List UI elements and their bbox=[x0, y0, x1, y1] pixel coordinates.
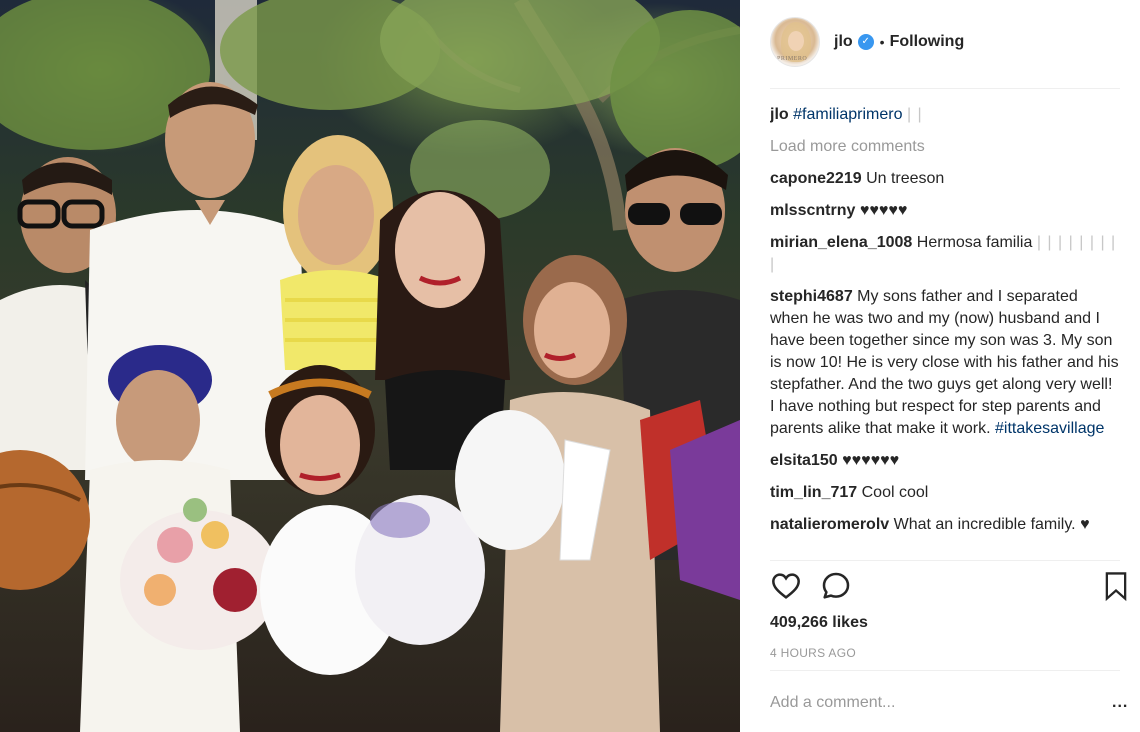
post-timestamp[interactable]: 4 HOURS AGO bbox=[770, 646, 856, 660]
comment-item: tim_lin_717 Cool cool bbox=[770, 482, 1120, 504]
comment-item: elsita150 ♥♥♥♥♥♥ bbox=[770, 450, 1120, 472]
comments-list: jlo #familiaprimero | | Load more commen… bbox=[770, 104, 1120, 556]
caption-row: jlo #familiaprimero | | bbox=[770, 104, 1120, 126]
add-comment-input[interactable]: Add a comment... bbox=[770, 694, 895, 712]
post-actions bbox=[770, 570, 1127, 604]
comment-icon[interactable] bbox=[820, 570, 852, 602]
comment-text: Hermosa familia bbox=[916, 234, 1033, 251]
comment-item: mirian_elena_1008 Hermosa familia | | | … bbox=[770, 232, 1120, 276]
comment-text: ♥♥♥♥♥♥ bbox=[842, 452, 900, 469]
likes-count[interactable]: 409,266 likes bbox=[770, 614, 868, 632]
follow-status-button[interactable]: Following bbox=[890, 33, 965, 51]
comment-text: My sons father and I separated when he w… bbox=[770, 288, 1119, 437]
comment-username[interactable]: tim_lin_717 bbox=[770, 484, 857, 501]
author-username[interactable]: jlo bbox=[834, 33, 853, 51]
load-more-row: Load more comments bbox=[770, 136, 1120, 158]
comment-suffix: ♥ bbox=[1080, 516, 1090, 533]
comment-username[interactable]: mirian_elena_1008 bbox=[770, 234, 912, 251]
comment-item: mlsscntrny ♥♥♥♥♥ bbox=[770, 200, 1120, 222]
comment-text: Cool cool bbox=[861, 484, 929, 501]
comment-username[interactable]: stephi4687 bbox=[770, 288, 853, 305]
post-side-panel: PRIMERO jlo ✓ • Following jlo #familiapr… bbox=[740, 0, 1140, 732]
comment-username[interactable]: mlsscntrny bbox=[770, 202, 855, 219]
avatar-face bbox=[788, 31, 804, 51]
comment-username[interactable]: capone2219 bbox=[770, 170, 862, 187]
comment-hashtag[interactable]: #ittakesavillage bbox=[995, 420, 1104, 437]
comment-username[interactable]: natalieromerolv bbox=[770, 516, 889, 533]
comment-box-divider bbox=[770, 670, 1120, 671]
photo-illustration bbox=[0, 0, 740, 732]
comment-text: ♥♥♥♥♥ bbox=[859, 202, 908, 219]
comment-text: Un treeson bbox=[866, 170, 945, 187]
load-more-comments-link[interactable]: Load more comments bbox=[770, 138, 925, 155]
comment-item: natalieromerolv What an incredible famil… bbox=[770, 514, 1120, 536]
caption-suffix: | | bbox=[906, 106, 923, 123]
avatar-caption: PRIMERO bbox=[777, 56, 808, 62]
header-divider bbox=[770, 88, 1120, 89]
verified-badge-icon: ✓ bbox=[857, 34, 874, 50]
actions-divider bbox=[770, 560, 1120, 561]
comment-item: capone2219 Un treeson bbox=[770, 168, 1120, 190]
comment-item: stephi4687 My sons father and I separate… bbox=[770, 286, 1120, 440]
bookmark-icon[interactable] bbox=[1102, 570, 1130, 602]
separator-dot: • bbox=[879, 34, 885, 50]
comment-username[interactable]: elsita150 bbox=[770, 452, 838, 469]
comment-text: What an incredible family. bbox=[893, 516, 1076, 533]
caption-username[interactable]: jlo bbox=[770, 106, 789, 123]
caption-hashtag[interactable]: #familiaprimero bbox=[793, 106, 902, 123]
author-avatar[interactable]: PRIMERO bbox=[770, 17, 820, 67]
more-options-icon[interactable]: ... bbox=[1112, 694, 1128, 712]
heart-icon[interactable] bbox=[770, 570, 802, 602]
post-header: PRIMERO jlo ✓ • Following bbox=[770, 16, 1120, 68]
post-photo[interactable] bbox=[0, 0, 740, 732]
